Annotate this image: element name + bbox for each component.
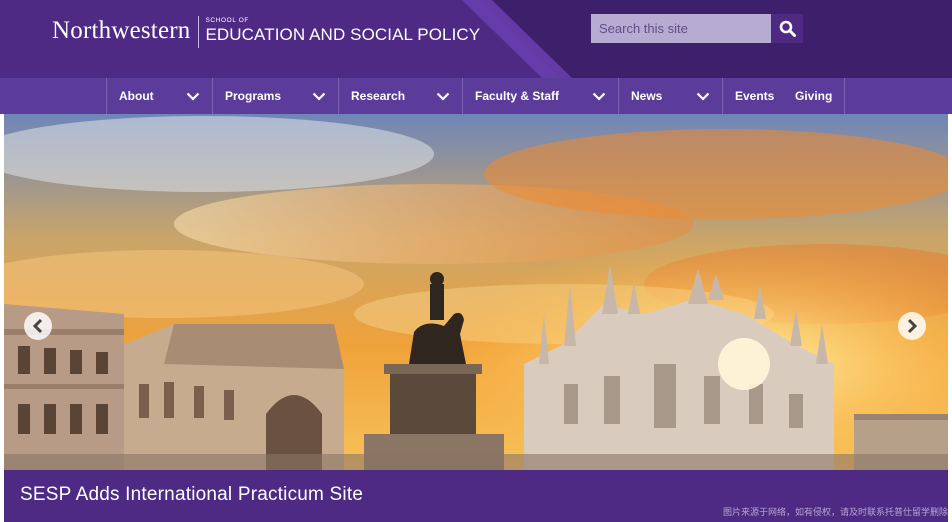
carousel-next-button[interactable]	[898, 312, 926, 340]
nav-item-news[interactable]: News	[619, 78, 723, 114]
nav-item-label: News	[631, 89, 663, 103]
chevron-down-icon	[436, 92, 450, 101]
chevron-down-icon	[592, 92, 606, 101]
nav-item-research[interactable]: Research	[339, 78, 463, 114]
chevron-right-icon	[907, 318, 918, 334]
nav-item-giving[interactable]: Giving	[791, 78, 845, 114]
logo-divider	[198, 16, 200, 48]
chevron-down-icon	[312, 92, 326, 101]
search-icon	[779, 20, 796, 37]
nav-item-label: About	[119, 89, 154, 103]
site-search	[591, 14, 803, 43]
site-header: Northwestern SCHOOL OF EDUCATION AND SOC…	[0, 0, 952, 78]
logo-wordmark: Northwestern	[52, 17, 191, 44]
carousel-prev-button[interactable]	[24, 312, 52, 340]
logo-school-name: EDUCATION AND SOCIAL POLICY	[205, 25, 481, 44]
hero-caption-bar: SESP Adds International Practicum Site 图…	[4, 470, 948, 522]
nav-list: About Programs Research Faculty & Staff …	[106, 78, 845, 114]
nav-item-label: Programs	[225, 89, 282, 103]
nav-item-label: Giving	[795, 89, 833, 103]
chevron-down-icon	[696, 92, 710, 101]
logo-school: SCHOOL OF EDUCATION AND SOCIAL POLICY	[205, 16, 480, 45]
logo-school-prefix: SCHOOL OF	[205, 17, 249, 24]
nav-item-faculty-staff[interactable]: Faculty & Staff	[463, 78, 619, 114]
chevron-down-icon	[186, 92, 200, 101]
nav-item-events[interactable]: Events	[723, 78, 791, 114]
image-watermark: 图片来源于网络，如有侵权，请及时联系托普仕留学删除	[722, 507, 948, 517]
chevron-left-icon	[32, 318, 43, 334]
hero-caption[interactable]: SESP Adds International Practicum Site	[20, 484, 363, 506]
site-logo[interactable]: Northwestern SCHOOL OF EDUCATION AND SOC…	[52, 16, 480, 48]
hero-image	[4, 114, 948, 470]
main-navigation: About Programs Research Faculty & Staff …	[0, 78, 952, 114]
search-button[interactable]	[771, 14, 803, 43]
hero-carousel	[4, 114, 948, 470]
nav-item-label: Events	[735, 89, 775, 103]
nav-item-about[interactable]: About	[107, 78, 213, 114]
nav-item-label: Faculty & Staff	[475, 89, 560, 103]
nav-item-programs[interactable]: Programs	[213, 78, 339, 114]
nav-item-label: Research	[351, 89, 406, 103]
search-input[interactable]	[591, 14, 771, 43]
